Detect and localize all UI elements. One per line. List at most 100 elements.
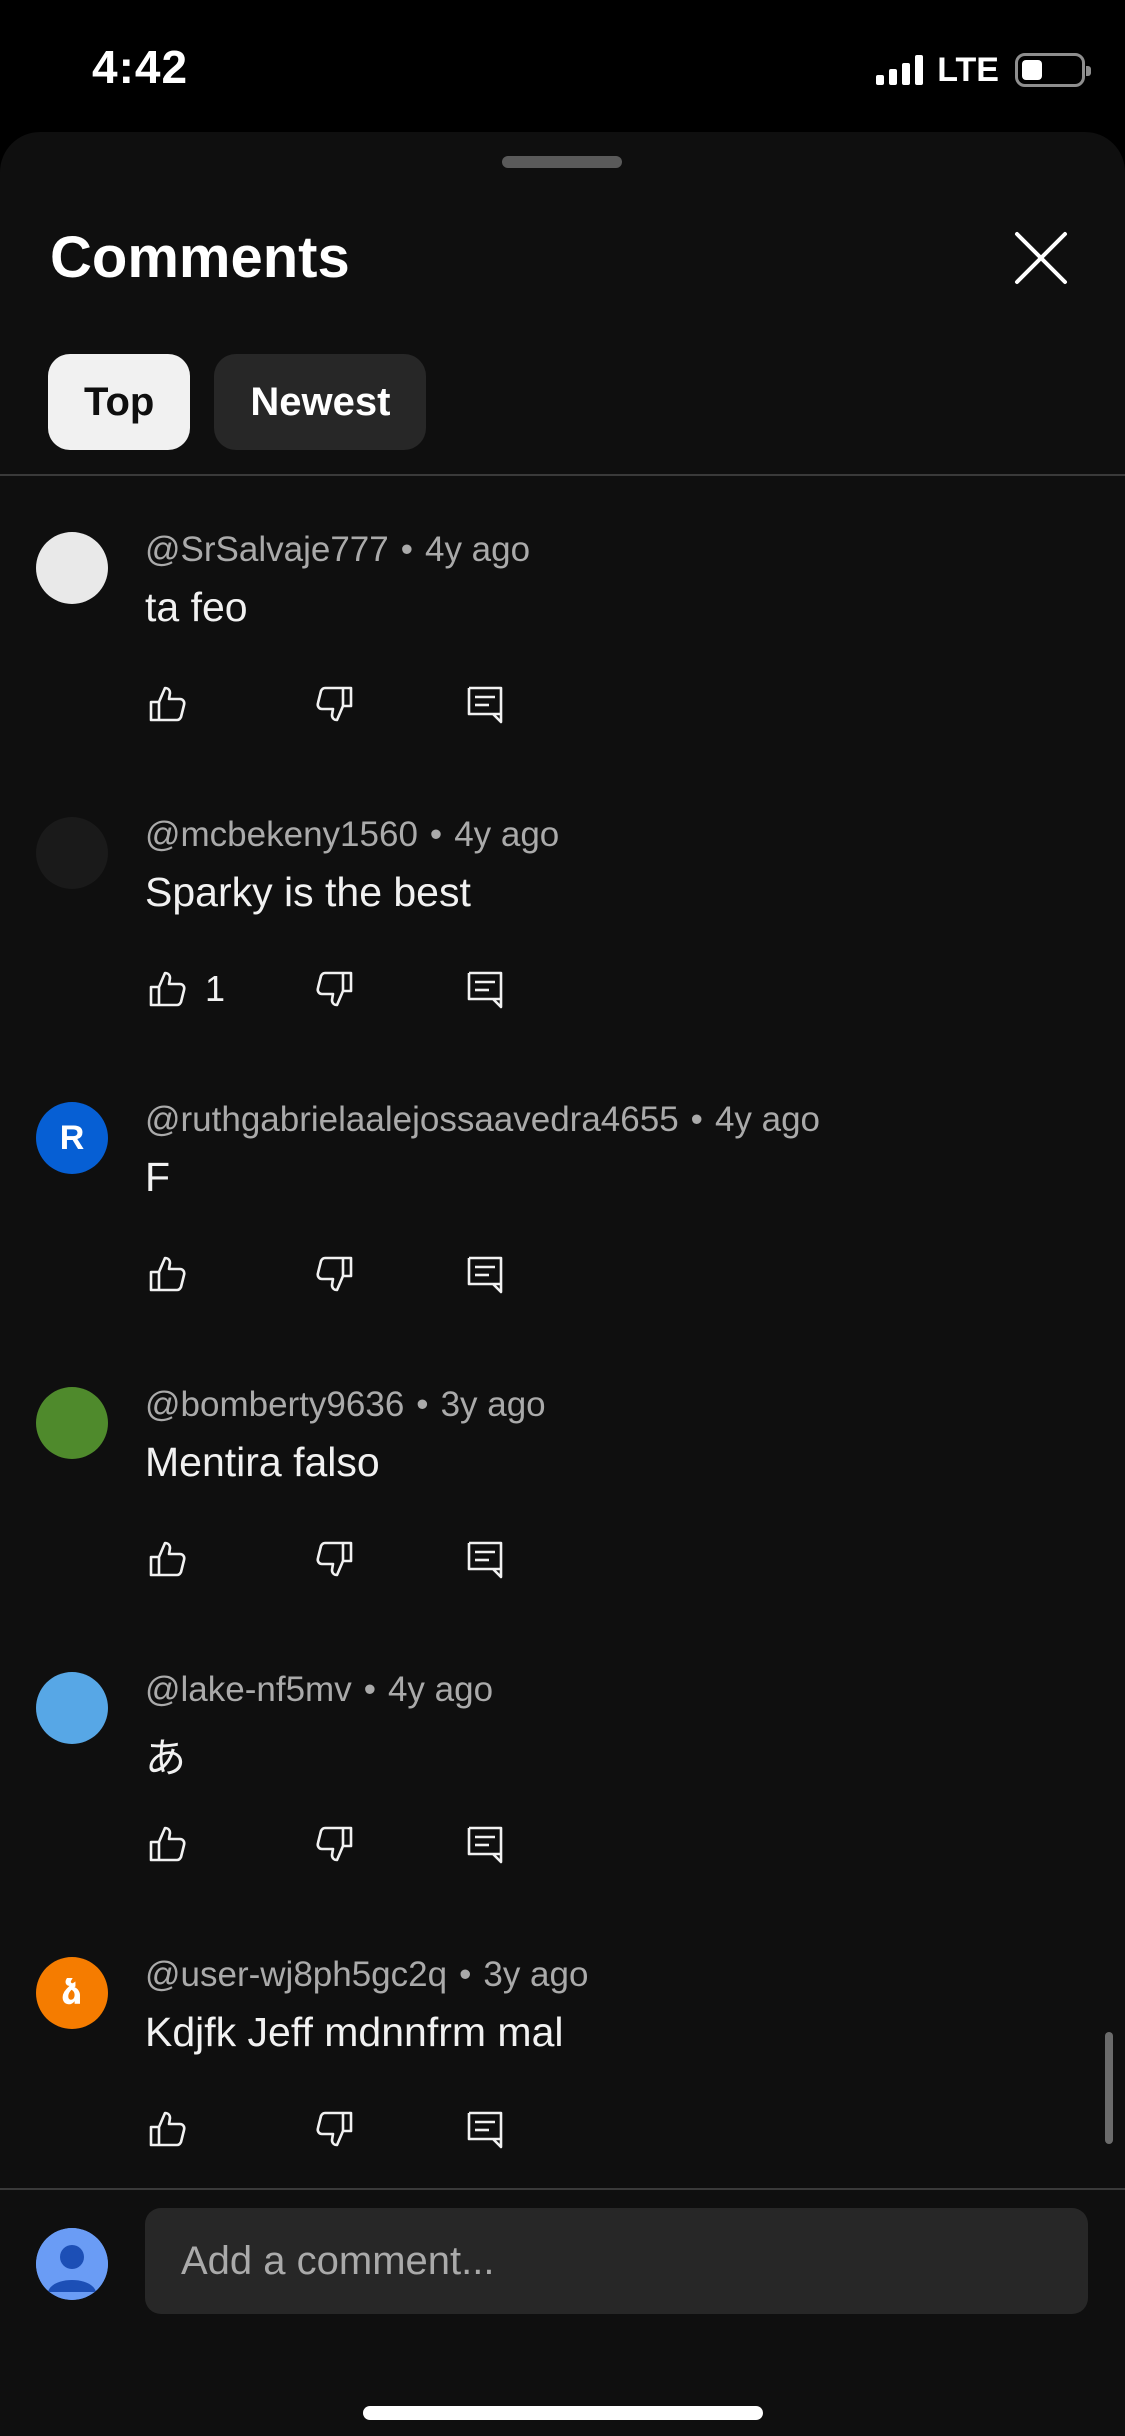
like-count: 1: [205, 968, 226, 1009]
cellular-signal-icon: [876, 55, 924, 85]
comment-meta: @lake-nf5mv • 4y ago: [145, 1670, 493, 1710]
reply-button[interactable]: [463, 967, 507, 1011]
comment-item: ձ @user-wj8ph5gc2q • 3y ago Kdjfk Jeff mdnnf…: [0, 1901, 1125, 2186]
separator-dot: •: [400, 530, 413, 569]
chip-newest[interactable]: Newest: [214, 354, 427, 450]
comment-meta: @bomberty9636 • 3y ago: [145, 1385, 546, 1425]
comment-meta: @mcbekeny1560 • 4y ago: [145, 815, 559, 855]
comment-item: @lake-nf5mv • 4y ago あ: [0, 1616, 1125, 1901]
reply-icon: [463, 967, 507, 1011]
comment-item: @mcbekeny1560 • 4y ago Sparky is the best 1: [0, 761, 1125, 1046]
comment-author[interactable]: @ruthgabrielaalejossaavedra4655: [145, 1100, 679, 1139]
thumbs-down-icon: [313, 967, 357, 1011]
default-user-avatar-icon: [36, 2228, 108, 2300]
like-button[interactable]: [145, 2107, 205, 2151]
comment-meta: @ruthgabrielaalejossaavedra4655 • 4y ago: [145, 1100, 820, 1140]
comment-age: 3y ago: [440, 1385, 546, 1424]
reply-icon: [463, 2107, 507, 2151]
reply-button[interactable]: [463, 682, 507, 726]
thumbs-up-icon: [145, 967, 189, 1011]
reply-icon: [463, 682, 507, 726]
comment-author[interactable]: @bomberty9636: [145, 1385, 404, 1424]
separator-dot: •: [459, 1955, 472, 1994]
thumbs-down-icon: [313, 1252, 357, 1296]
comment-text: ta feo: [145, 584, 248, 630]
thumbs-up-icon: [145, 682, 189, 726]
sheet-drag-handle[interactable]: [502, 156, 622, 168]
chip-top[interactable]: Top: [48, 354, 191, 450]
comments-sheet: Comments Top Newest @SrSalvaje777 • 4y ago…: [0, 132, 1125, 2436]
sheet-title: Comments: [50, 225, 350, 290]
dislike-button[interactable]: [313, 1822, 357, 1866]
reply-icon: [463, 1822, 507, 1866]
comment-text: Kdjfk Jeff mdnnfrm mal: [145, 2009, 564, 2055]
reply-icon: [463, 1537, 507, 1581]
divider: [0, 2188, 1125, 2190]
thumbs-down-icon: [313, 682, 357, 726]
reply-icon: [463, 1252, 507, 1296]
separator-dot: •: [416, 1385, 429, 1424]
commenter-avatar[interactable]: [36, 1672, 108, 1744]
dislike-button[interactable]: [313, 1537, 357, 1581]
like-button[interactable]: [145, 1822, 205, 1866]
comment-meta: @SrSalvaje777 • 4y ago: [145, 530, 530, 570]
dislike-button[interactable]: [313, 682, 357, 726]
comment-author[interactable]: @mcbekeny1560: [145, 815, 418, 854]
commenter-avatar[interactable]: [36, 532, 108, 604]
separator-dot: •: [690, 1100, 703, 1139]
comment-author[interactable]: @user-wj8ph5gc2q: [145, 1955, 447, 1994]
thumbs-down-icon: [313, 2107, 357, 2151]
like-button[interactable]: [145, 1252, 205, 1296]
commenter-avatar[interactable]: ձ: [36, 1957, 108, 2029]
avatar-letter: ձ: [61, 1974, 83, 2012]
thumbs-up-icon: [145, 2107, 189, 2151]
add-comment-input[interactable]: Add a comment...: [145, 2208, 1088, 2314]
network-type: LTE: [937, 50, 999, 89]
avatar-letter: R: [59, 1118, 85, 1157]
like-button[interactable]: [145, 682, 205, 726]
thumbs-down-icon: [313, 1537, 357, 1581]
reply-button[interactable]: [463, 1537, 507, 1581]
dislike-button[interactable]: [313, 2107, 357, 2151]
separator-dot: •: [429, 815, 443, 854]
comment-item: @bomberty9636 • 3y ago Mentira falso: [0, 1331, 1125, 1616]
separator-dot: •: [363, 1670, 376, 1709]
commenter-avatar[interactable]: R: [36, 1102, 108, 1174]
status-indicators: LTE: [876, 50, 1091, 90]
reply-button[interactable]: [463, 1252, 507, 1296]
comment-text: Sparky is the best: [145, 869, 471, 915]
comment-meta: @user-wj8ph5gc2q • 3y ago: [145, 1955, 588, 1995]
dislike-button[interactable]: [313, 1252, 357, 1296]
close-icon: [1015, 232, 1067, 284]
commenter-avatar[interactable]: [36, 817, 108, 889]
comment-list: @SrSalvaje777 • 4y ago ta feo @mcbekeny1560 •…: [0, 476, 1125, 2186]
status-time: 4:42: [92, 41, 189, 93]
battery-level: [1022, 60, 1042, 80]
comment-age: 4y ago: [424, 530, 531, 569]
comment-text: あ: [145, 1735, 186, 1781]
comment-author[interactable]: @SrSalvaje777: [145, 530, 389, 569]
comment-text: Mentira falso: [145, 1439, 380, 1485]
comment-text: F: [145, 1154, 171, 1200]
status-bar: 4:42 LTE: [0, 0, 1125, 132]
like-button[interactable]: [145, 1537, 205, 1581]
like-button[interactable]: 1: [145, 967, 225, 1011]
close-button[interactable]: [1007, 224, 1075, 292]
dislike-button[interactable]: [313, 967, 357, 1011]
reply-button[interactable]: [463, 2107, 507, 2151]
home-indicator: [363, 2406, 763, 2420]
thumbs-up-icon: [145, 1252, 189, 1296]
sort-chips: Top Newest: [48, 354, 427, 450]
comment-age: 4y ago: [387, 1670, 494, 1709]
reply-button[interactable]: [463, 1822, 507, 1866]
comment-age: 3y ago: [483, 1955, 589, 1994]
scrollbar[interactable]: [1105, 2032, 1113, 2144]
battery-cap: [1086, 66, 1091, 76]
comment-age: 4y ago: [454, 815, 560, 854]
commenter-avatar[interactable]: [36, 1387, 108, 1459]
comment-author[interactable]: @lake-nf5mv: [145, 1670, 352, 1709]
comment-item: R @ruthgabrielaalejossaavedra4655 • 4y ago F: [0, 1046, 1125, 1331]
comment-item: @SrSalvaje777 • 4y ago ta feo: [0, 476, 1125, 761]
thumbs-up-icon: [145, 1822, 189, 1866]
battery-icon: [1015, 53, 1091, 87]
